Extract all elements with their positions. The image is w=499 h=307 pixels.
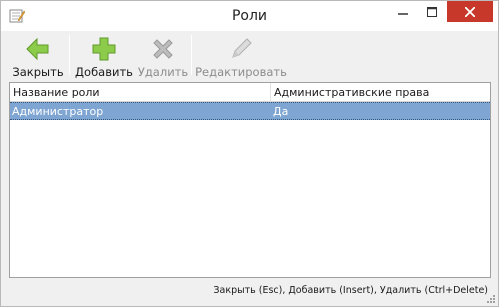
green-plus-icon [92,37,116,61]
column-header-role-name[interactable]: Название роли [13,86,100,99]
shortcut-hint: Закрыть (Esc), Добавить (Insert), Удалит… [213,285,488,296]
close-window-button[interactable] [447,1,493,22]
green-arrow-left-icon [26,37,49,61]
add-button[interactable]: Добавить [74,31,134,79]
toolbar-separator [69,35,70,75]
edit-button[interactable]: Редактировать [195,31,287,79]
title-bar[interactable]: Роли [1,1,498,31]
cell-admin-rights: Да [273,105,289,118]
maximize-icon [427,6,437,17]
toolbar-separator [191,35,192,75]
pencil-icon [232,38,252,58]
minimize-icon [398,12,408,15]
table-header: Название роли Административские права [10,83,490,102]
delete-button-label: Удалить [137,65,189,79]
column-header-admin-rights[interactable]: Административские права [274,86,429,99]
maximize-button[interactable] [418,1,446,22]
cell-role-name: Администратор [12,105,104,118]
delete-button[interactable]: Удалить [138,31,188,79]
gray-cross-icon [153,39,173,59]
edit-button-label: Редактировать [195,65,287,79]
close-button[interactable]: Закрыть [10,31,66,79]
resize-grip-icon[interactable] [486,294,496,304]
minimize-button[interactable] [389,1,417,22]
status-bar: Закрыть (Esc), Добавить (Insert), Удалит… [1,279,498,306]
table-row[interactable]: Администратор Да [10,102,490,120]
toolbar: Закрыть Добавить Удалить Редактировать [10,31,490,79]
column-divider[interactable] [270,83,271,102]
roles-window: Роли Закрыть Добавить Удалить Редактиров… [0,0,499,307]
close-icon [465,6,475,17]
add-button-label: Добавить [75,65,133,79]
close-button-label: Закрыть [12,65,64,79]
roles-table[interactable]: Название роли Административские права Ад… [9,82,491,278]
